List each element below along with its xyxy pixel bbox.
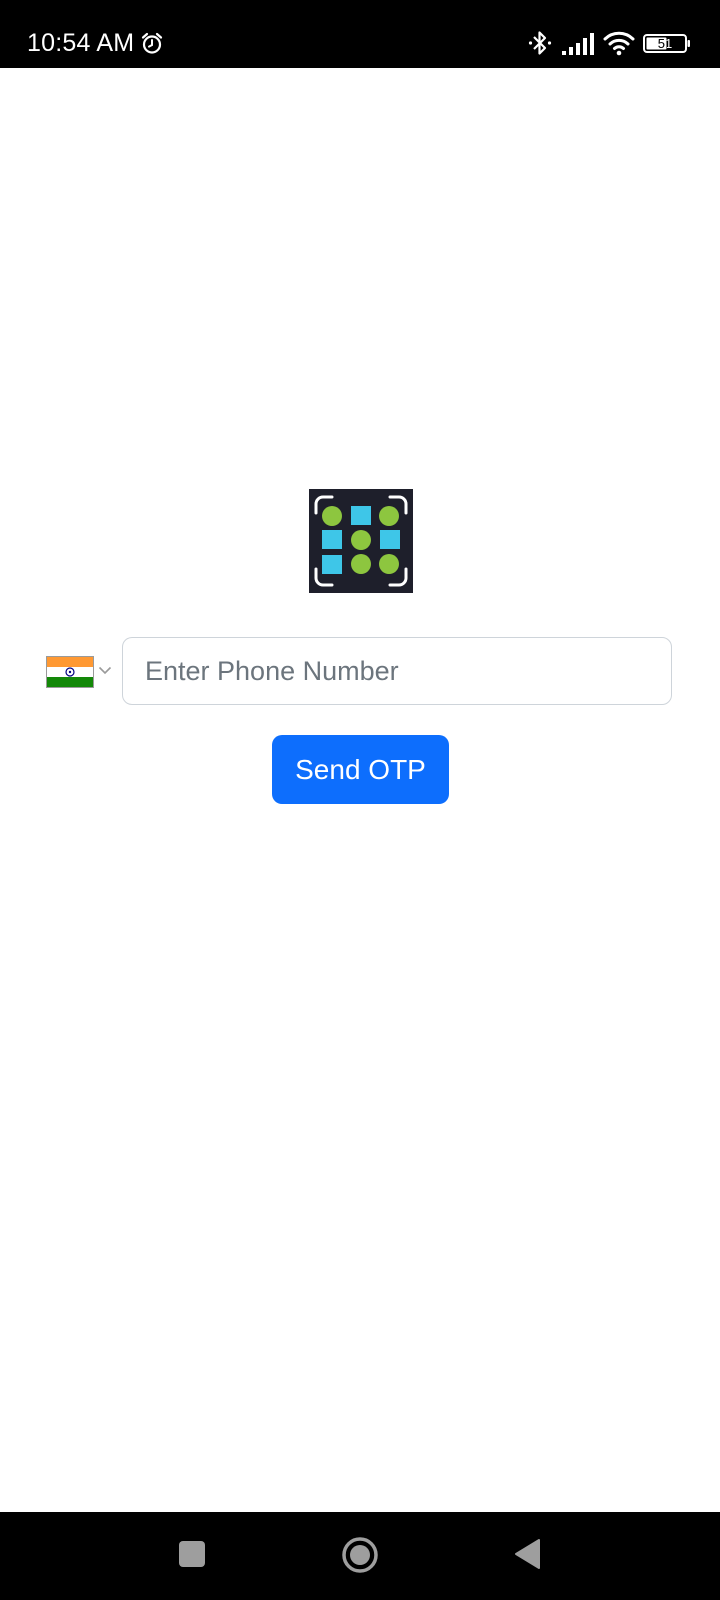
status-bar: 10:54 AM 51 [0,0,720,68]
country-code-selector[interactable] [44,650,116,690]
alarm-icon [141,32,163,54]
chevron-down-icon [98,666,112,675]
status-time: 10:54 AM [27,29,135,57]
signal-icon [562,33,594,55]
back-button[interactable] [513,1538,541,1570]
send-otp-button[interactable]: Send OTP [272,735,449,804]
battery-icon: 51 [643,34,691,53]
home-button[interactable] [341,1536,379,1574]
bluetooth-icon [528,31,552,55]
phone-number-input[interactable] [122,637,672,705]
app-logo [309,489,413,593]
recent-apps-button[interactable] [179,1541,205,1567]
wifi-icon [603,31,635,56]
navigation-bar [0,1512,720,1600]
india-flag-icon [46,656,94,688]
battery-level: 51 [657,36,673,51]
